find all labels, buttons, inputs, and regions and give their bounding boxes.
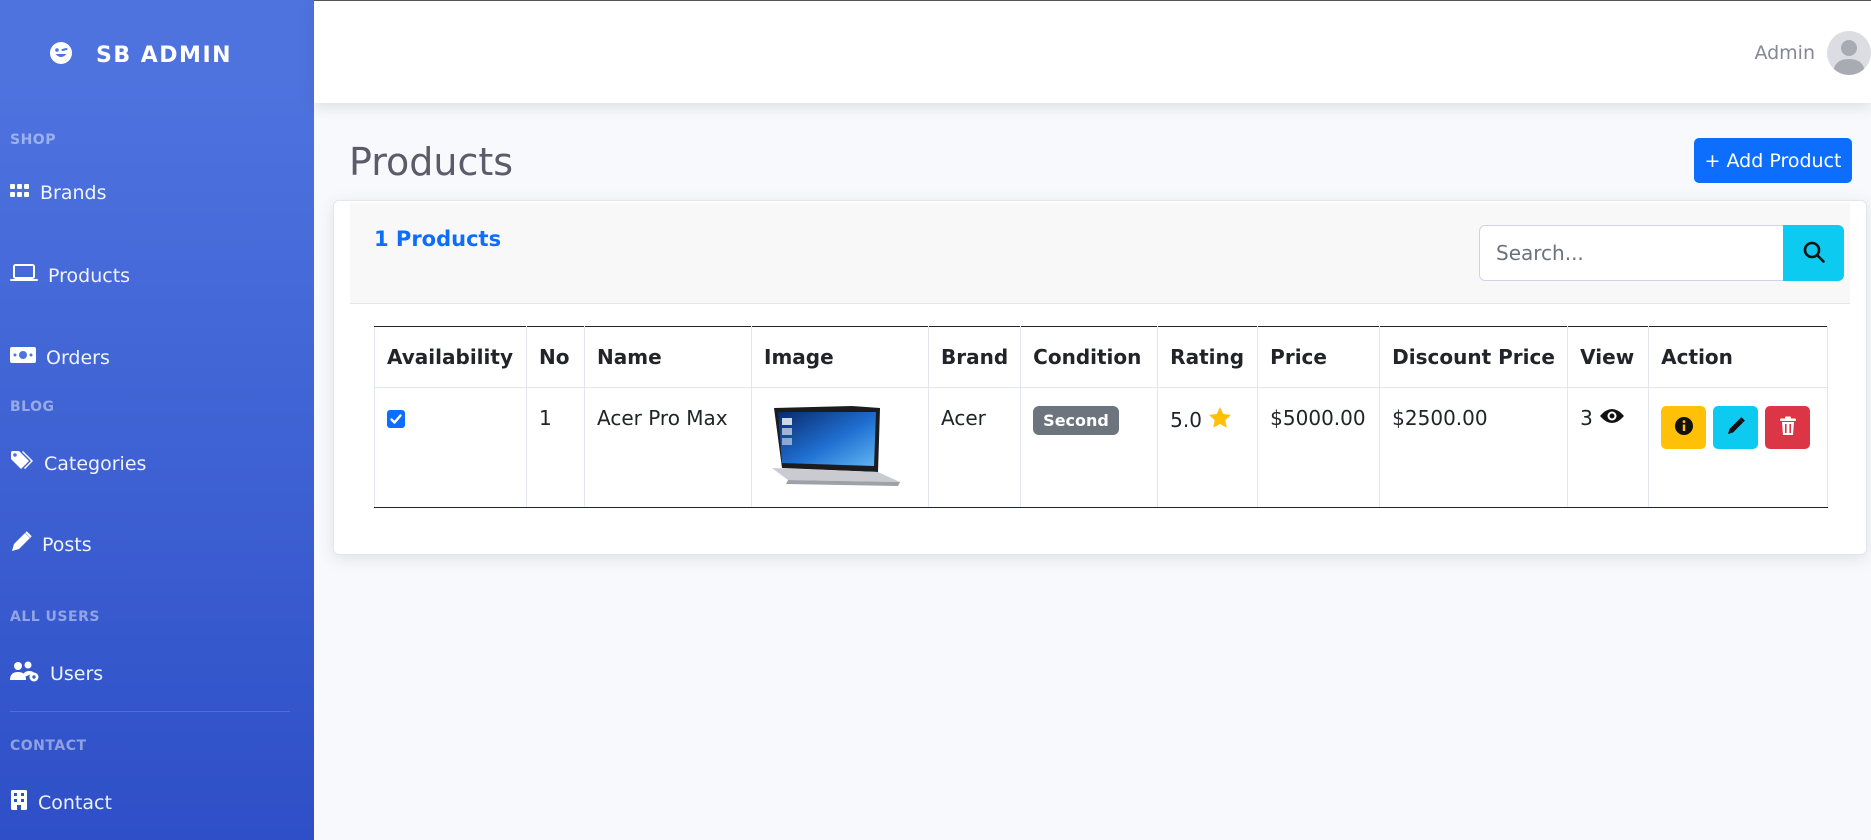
sidebar-item-label: Users bbox=[50, 662, 104, 685]
sidebar-item-categories[interactable]: Categories bbox=[10, 450, 146, 477]
grid-icon bbox=[10, 182, 30, 204]
search-icon bbox=[1802, 240, 1826, 267]
products-table: Availability No Name Image Brand Conditi… bbox=[374, 326, 1828, 508]
views-cell: 3 bbox=[1567, 387, 1650, 508]
building-icon bbox=[10, 789, 28, 816]
card-header: 1 Products bbox=[350, 203, 1850, 304]
user-name: Admin bbox=[1754, 42, 1815, 64]
pen-icon bbox=[10, 531, 32, 558]
sidebar-item-label: Brands bbox=[40, 182, 107, 204]
sidebar-heading-contact: CONTACT bbox=[10, 738, 87, 754]
view-count: 3 bbox=[1580, 406, 1593, 430]
info-button[interactable] bbox=[1661, 406, 1707, 449]
column-header[interactable]: Availability bbox=[374, 326, 527, 388]
info-icon bbox=[1674, 416, 1694, 439]
column-header[interactable]: Image bbox=[751, 326, 929, 388]
search-button[interactable] bbox=[1783, 225, 1844, 281]
add-product-button[interactable]: + Add Product bbox=[1694, 138, 1852, 183]
star-icon bbox=[1208, 406, 1232, 434]
action-cell bbox=[1648, 387, 1828, 508]
availability-checkbox[interactable] bbox=[387, 410, 405, 428]
table-header-row: Availability No Name Image Brand Conditi… bbox=[374, 326, 1828, 388]
sidebar-item-orders[interactable]: Orders bbox=[10, 345, 110, 370]
column-header[interactable]: Rating bbox=[1157, 326, 1259, 388]
product-count: 1 Products bbox=[374, 227, 502, 251]
availability-cell bbox=[374, 387, 527, 508]
sidebar: SB ADMIN SHOP Brands Products Orders BLO… bbox=[0, 0, 314, 840]
sidebar-item-products[interactable]: Products bbox=[10, 263, 130, 288]
pencil-icon bbox=[1726, 416, 1746, 439]
image-cell bbox=[751, 387, 929, 508]
sidebar-item-contact[interactable]: Contact bbox=[10, 789, 112, 816]
topbar: Admin bbox=[314, 0, 1871, 103]
brand-name: SB ADMIN bbox=[96, 42, 233, 68]
sidebar-item-label: Posts bbox=[42, 533, 92, 556]
sidebar-item-label: Contact bbox=[38, 791, 112, 814]
product-brand: Acer bbox=[927, 387, 1022, 508]
sidebar-item-label: Orders bbox=[46, 346, 110, 369]
sidebar-brand[interactable]: SB ADMIN bbox=[48, 40, 232, 70]
column-header[interactable]: Price bbox=[1257, 326, 1381, 388]
column-header[interactable]: Brand bbox=[927, 326, 1022, 388]
sidebar-heading-blog: BLOG bbox=[10, 399, 55, 415]
laptop-image bbox=[764, 406, 904, 501]
products-card: 1 Products Availability No Name Image Br… bbox=[333, 200, 1867, 555]
sidebar-item-users[interactable]: Users bbox=[10, 660, 103, 687]
laptop-icon bbox=[10, 263, 38, 288]
sidebar-heading-users: ALL USERS bbox=[10, 609, 100, 625]
column-header[interactable]: No bbox=[526, 326, 585, 388]
users-gear-icon bbox=[10, 660, 40, 687]
user-dropdown[interactable]: Admin bbox=[1754, 31, 1871, 75]
edit-button[interactable] bbox=[1713, 406, 1759, 449]
rating-value: 5.0 bbox=[1170, 408, 1202, 432]
sidebar-item-brands[interactable]: Brands bbox=[10, 182, 107, 204]
tags-icon bbox=[10, 450, 34, 477]
avatar[interactable] bbox=[1827, 31, 1871, 75]
condition-cell: Second bbox=[1020, 387, 1159, 508]
eye-icon bbox=[1599, 406, 1625, 430]
sidebar-divider bbox=[10, 711, 290, 712]
column-header[interactable]: Action bbox=[1648, 326, 1828, 388]
product-price: $5000.00 bbox=[1257, 387, 1381, 508]
search-input[interactable] bbox=[1479, 225, 1783, 281]
sidebar-item-label: Categories bbox=[44, 452, 147, 475]
delete-button[interactable] bbox=[1765, 406, 1811, 449]
column-header[interactable]: View bbox=[1567, 326, 1650, 388]
rating-cell: 5.0 bbox=[1157, 387, 1259, 508]
page-title: Products bbox=[349, 140, 514, 184]
column-header[interactable]: Condition bbox=[1020, 326, 1159, 388]
trash-icon bbox=[1779, 416, 1797, 439]
condition-badge: Second bbox=[1033, 406, 1119, 435]
sidebar-item-label: Products bbox=[48, 264, 131, 287]
sidebar-heading-shop: SHOP bbox=[10, 132, 56, 148]
product-no: 1 bbox=[526, 387, 585, 508]
laugh-wink-icon bbox=[48, 40, 74, 70]
sidebar-item-posts[interactable]: Posts bbox=[10, 531, 92, 558]
column-header[interactable]: Discount Price bbox=[1379, 326, 1569, 388]
money-icon bbox=[10, 345, 36, 370]
product-name: Acer Pro Max bbox=[584, 387, 752, 508]
table-row: 1 Acer Pro Max Acer Second 5.0 $5000.00 … bbox=[374, 387, 1828, 508]
column-header[interactable]: Name bbox=[584, 326, 752, 388]
product-discount-price: $2500.00 bbox=[1379, 387, 1569, 508]
